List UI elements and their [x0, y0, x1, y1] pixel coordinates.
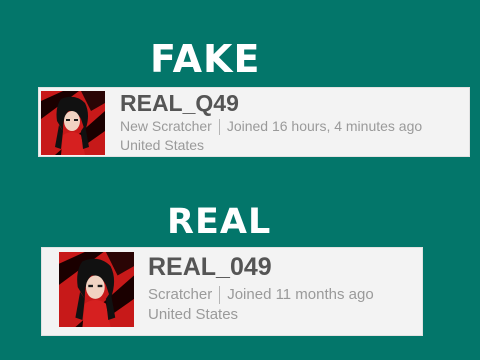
- fake-label: FAKE: [150, 37, 261, 81]
- username[interactable]: REAL_Q49: [120, 92, 239, 115]
- user-status: Scratcher: [148, 285, 213, 303]
- user-status: New Scratcher: [120, 118, 212, 134]
- profile-card-real: REAL_049 Scratcher Joined 11 months ago U…: [41, 247, 423, 336]
- divider: [218, 119, 220, 136]
- username[interactable]: REAL_049: [148, 255, 272, 280]
- profile-meta: Scratcher Joined 11 months ago: [148, 286, 374, 304]
- profile-card-fake: REAL_Q49 New Scratcher Joined 16 hours, 4…: [38, 87, 470, 157]
- avatar[interactable]: [59, 252, 134, 327]
- join-date: Joined 11 months ago: [227, 285, 374, 303]
- profile-meta: New Scratcher Joined 16 hours, 4 minutes …: [120, 118, 423, 136]
- real-label: REAL: [167, 202, 272, 242]
- avatar-image: [41, 91, 105, 155]
- location: United States: [120, 137, 205, 153]
- join-date: Joined 16 hours, 4 minutes ago: [226, 118, 423, 134]
- location: United States: [148, 306, 239, 323]
- avatar[interactable]: [41, 91, 105, 155]
- divider: [219, 286, 221, 304]
- avatar-image: [59, 252, 134, 327]
